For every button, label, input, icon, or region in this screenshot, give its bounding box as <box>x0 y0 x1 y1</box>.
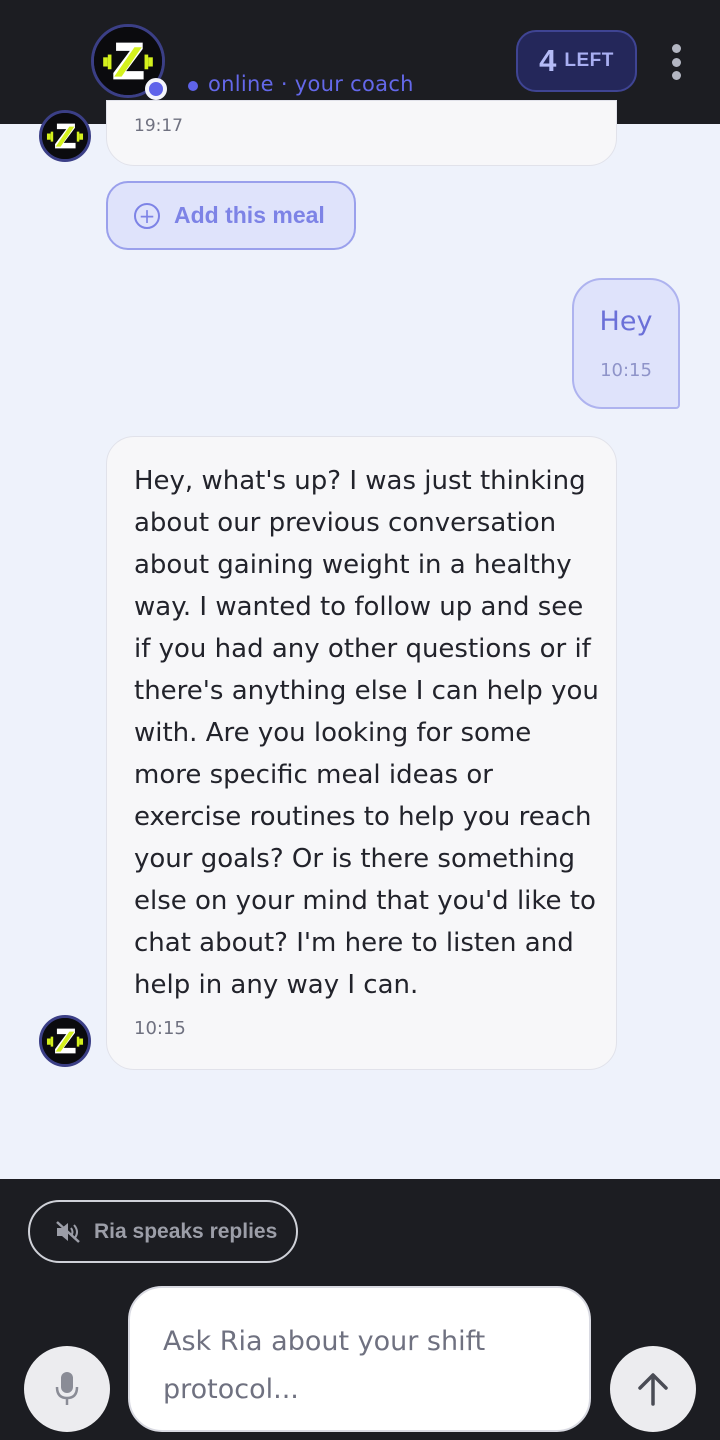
voice-replies-label: Ria speaks replies <box>94 1219 278 1243</box>
microphone-icon <box>55 1372 79 1405</box>
coach-avatar-small <box>39 1015 91 1067</box>
online-indicator <box>145 78 167 100</box>
send-button[interactable] <box>610 1346 696 1432</box>
add-meal-button[interactable]: + Add this meal <box>106 181 356 250</box>
credits-label: LEFT <box>564 50 614 71</box>
plus-circle-icon: + <box>134 202 160 229</box>
voice-replies-toggle[interactable]: Ria speaks replies <box>28 1200 298 1263</box>
message-input-placeholder: Ask Ria about your shift protocol... <box>163 1326 486 1405</box>
kebab-menu-icon[interactable] <box>662 40 690 84</box>
coach-status: online · your coach <box>208 72 414 96</box>
credits-count: 4 <box>539 43 557 78</box>
message-input[interactable]: Ask Ria about your shift protocol... <box>128 1286 591 1432</box>
status-dot <box>188 81 198 91</box>
add-meal-label: Add this meal <box>174 202 325 228</box>
coach-avatar-small <box>39 110 91 162</box>
user-message-time: 10:15 <box>600 360 652 381</box>
z-logo-icon <box>42 113 88 159</box>
bot-message-text: Hey, what's up? I was just thinking abou… <box>134 466 599 1000</box>
arrow-up-icon <box>638 1373 668 1406</box>
bot-message-time: 10:15 <box>134 1018 186 1039</box>
user-message-bubble: Hey 10:15 <box>572 278 680 409</box>
previous-message-time: 19:17 <box>134 116 183 136</box>
speaker-muted-icon <box>56 1220 80 1243</box>
microphone-button[interactable] <box>24 1346 110 1432</box>
z-logo-icon <box>42 1018 88 1064</box>
credits-left-badge[interactable]: 4 LEFT <box>516 30 637 92</box>
user-message-text: Hey <box>599 306 653 337</box>
